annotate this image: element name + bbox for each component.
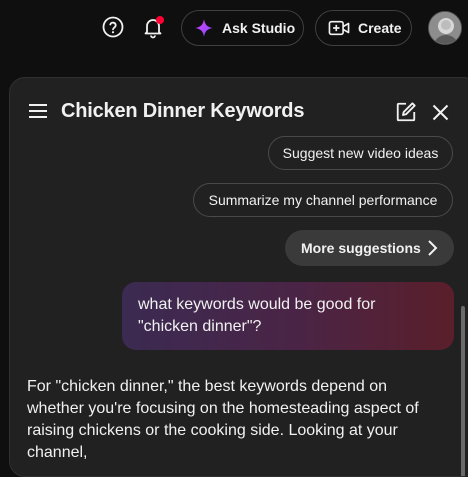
scrollbar-thumb[interactable] — [461, 306, 465, 476]
create-button[interactable]: Create — [315, 10, 412, 46]
conversation-title: Chicken Dinner Keywords — [61, 100, 305, 122]
avatar-image — [429, 12, 461, 44]
close-icon[interactable] — [432, 104, 449, 121]
account-avatar[interactable] — [428, 11, 462, 45]
menu-icon[interactable] — [28, 103, 48, 119]
ask-studio-panel: Chicken Dinner Keywords Suggest new vide… — [9, 77, 468, 477]
user-message-bubble: what keywords would be good for "chicken… — [122, 282, 454, 350]
sparkle-icon — [195, 19, 213, 37]
video-add-icon — [328, 20, 350, 36]
notification-dot — [156, 16, 164, 24]
help-button[interactable] — [93, 7, 133, 47]
new-chat-icon[interactable] — [395, 101, 417, 123]
suggestion-chip[interactable]: Suggest new video ideas — [268, 136, 453, 170]
user-message-text: what keywords would be good for "chicken… — [138, 296, 376, 335]
ask-studio-label: Ask Studio — [222, 20, 296, 36]
suggestion-chip[interactable]: Summarize my channel performance — [193, 183, 453, 217]
create-label: Create — [358, 20, 402, 36]
ask-studio-button[interactable]: Ask Studio — [181, 10, 304, 46]
notifications-button[interactable] — [133, 7, 173, 47]
help-circle-icon — [102, 16, 124, 38]
chevron-right-icon — [428, 240, 438, 256]
more-suggestions-label: More suggestions — [301, 240, 421, 256]
assistant-reply: For "chicken dinner," the best keywords … — [27, 378, 419, 461]
more-suggestions-button[interactable]: More suggestions — [285, 230, 454, 266]
top-bar: Ask Studio Create — [0, 0, 468, 56]
